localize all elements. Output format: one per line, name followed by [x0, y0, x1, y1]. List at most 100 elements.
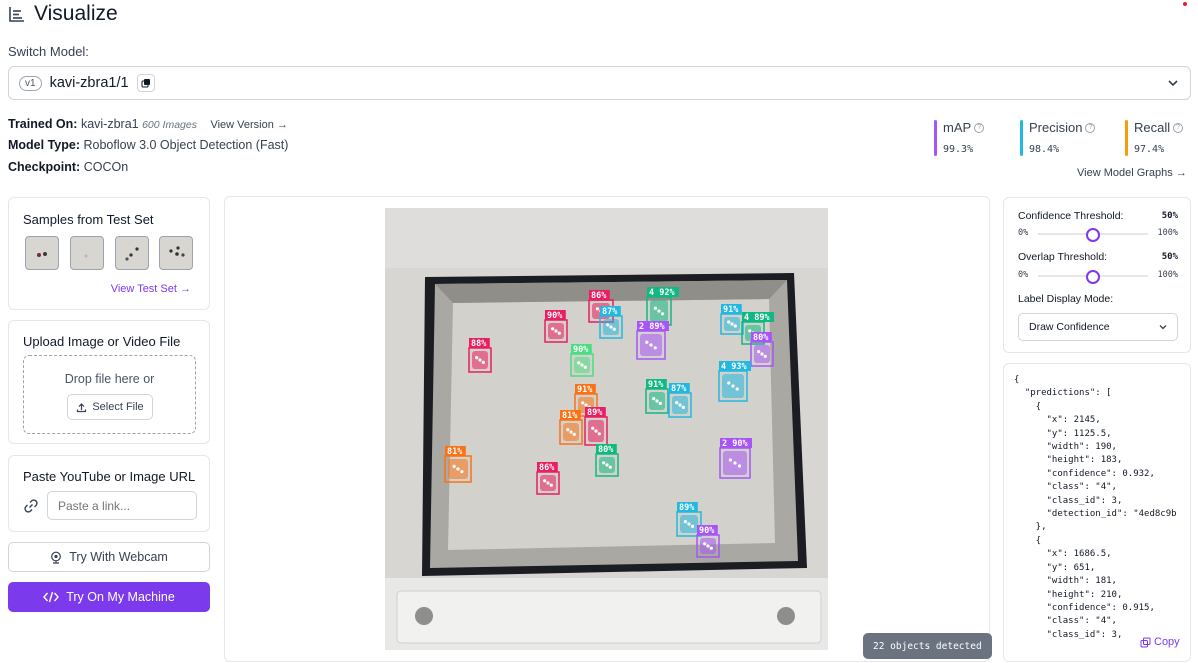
slider-thumb[interactable]: [1086, 270, 1100, 284]
sample-thumbnail[interactable]: [70, 236, 104, 270]
trained-on-line: Trained On: kavi-zbra1 600 Images View V…: [8, 117, 288, 131]
confidence-slider[interactable]: 0% 100%: [1018, 227, 1178, 242]
slider-thumb[interactable]: [1086, 228, 1100, 242]
die-pip: [609, 325, 613, 329]
die-pip: [594, 429, 598, 433]
detection-label: 91%: [723, 305, 739, 315]
webcam-icon: [51, 551, 62, 564]
die-pip: [612, 327, 616, 331]
try-webcam-button[interactable]: Try With Webcam: [8, 542, 210, 572]
confidence-label: Confidence Threshold:: [1018, 210, 1124, 222]
model-name: kavi-zbra1/1: [49, 75, 129, 91]
detection-label: 89%: [679, 503, 695, 513]
die-pip: [748, 329, 752, 333]
slider-track[interactable]: [1038, 228, 1148, 242]
die-pip: [653, 346, 657, 350]
detection-label: 81%: [562, 411, 578, 421]
copy-icon: [141, 79, 150, 88]
detection-label: 88%: [471, 339, 487, 349]
slider-min-label: 0%: [1018, 270, 1029, 280]
detection-label: 2 90%: [722, 439, 748, 449]
switch-model-label: Switch Model:: [8, 44, 89, 59]
die-pip: [591, 426, 595, 430]
help-icon[interactable]: ?: [1085, 122, 1096, 133]
link-icon: [24, 499, 38, 513]
die-pip: [760, 352, 764, 356]
die-pip: [543, 479, 547, 483]
paste-url-card: Paste YouTube or Image URL: [8, 455, 210, 532]
model-select[interactable]: v1 kavi-zbra1/1: [8, 66, 1191, 100]
label-mode-select[interactable]: Draw Confidence: [1018, 313, 1178, 341]
die-pip: [456, 467, 460, 471]
url-input[interactable]: [47, 491, 197, 520]
die-pip: [602, 461, 606, 465]
json-output-panel: { "predictions": [ { "x": 2145, "y": 112…: [1003, 363, 1191, 662]
die-pip: [653, 306, 657, 310]
view-model-graphs-link[interactable]: View Model Graphs →: [1077, 167, 1187, 179]
detection-box: 80%: [750, 332, 774, 367]
die-pip: [460, 470, 464, 474]
die-pip: [763, 354, 767, 358]
detection-box: 90%: [570, 344, 594, 377]
detection-label: 86%: [591, 291, 607, 301]
die-pip: [727, 381, 731, 385]
version-badge: v1: [19, 75, 42, 91]
metric-name: mAP: [943, 120, 972, 135]
sample-thumbnail[interactable]: [115, 236, 149, 270]
inference-image: 90% 86% 87% 4 92% 2 89% 91% 4 89% 80% 88% 90% 4 93…: [385, 208, 828, 650]
detection-label: 89%: [587, 408, 603, 418]
copy-json-button[interactable]: Copy: [1138, 636, 1182, 648]
code-icon: [43, 591, 60, 603]
detection-label: 91%: [577, 385, 593, 395]
copy-model-id-button[interactable]: [136, 74, 155, 92]
view-version-link[interactable]: View Version →: [210, 119, 287, 131]
upload-title: Upload Image or Video File: [23, 334, 181, 349]
detection-label: 4 89%: [744, 313, 770, 323]
detection-label: 4 93%: [721, 362, 747, 372]
slider-max-label: 100%: [1157, 228, 1178, 238]
die-pip: [581, 401, 585, 405]
copy-label: Copy: [1154, 636, 1180, 648]
detections-layer: 90% 86% 87% 4 92% 2 89% 91% 4 89% 80% 88% 90% 4 93…: [444, 287, 774, 558]
die-pip: [658, 401, 662, 405]
detection-box: 88%: [468, 338, 492, 373]
detection-box: 80%: [595, 444, 619, 477]
die-pip: [728, 458, 733, 462]
metric-bar: [1020, 120, 1023, 156]
die-pip: [652, 397, 656, 401]
die-pip: [657, 309, 661, 313]
upload-card: Upload Image or Video File Drop file her…: [8, 320, 210, 444]
die-pip: [727, 320, 731, 324]
select-file-button[interactable]: Select File: [67, 394, 153, 420]
help-icon[interactable]: ?: [1173, 122, 1184, 133]
page-header: Visualize: [8, 2, 118, 26]
detection-label: 90%: [547, 311, 563, 321]
die-pip: [649, 343, 653, 347]
die-pip: [706, 544, 710, 548]
file-dropzone[interactable]: Drop file here or Select File: [23, 355, 196, 434]
detection-label: 80%: [598, 445, 614, 455]
die-pip: [549, 483, 553, 487]
model-type-value: Roboflow 3.0 Object Detection (Fast): [83, 138, 289, 152]
die-pip: [569, 430, 573, 434]
detection-box: 4 93%: [718, 361, 751, 402]
try-on-machine-button[interactable]: Try On My Machine: [8, 582, 210, 612]
die-pip: [608, 465, 612, 469]
copy-icon: [1140, 637, 1151, 647]
sample-thumbnail[interactable]: [159, 236, 193, 270]
try-webcam-label: Try With Webcam: [69, 550, 168, 564]
view-test-set-link[interactable]: View Test Set →: [111, 283, 191, 295]
slider-track[interactable]: [1038, 270, 1148, 284]
overlap-slider[interactable]: 0% 100%: [1018, 269, 1178, 284]
help-icon[interactable]: ?: [974, 122, 985, 133]
sample-thumbnail[interactable]: [25, 236, 59, 270]
metric-value: 97.4%: [1134, 144, 1165, 155]
die-pip: [661, 312, 665, 316]
detection-box: 81%: [444, 446, 472, 483]
die-pip: [735, 387, 739, 391]
die-pip: [687, 522, 691, 526]
objects-detected-badge: 22 objects detected: [863, 633, 992, 659]
die-pip: [681, 405, 685, 409]
image-count: 600 Images: [142, 119, 197, 131]
die-pip: [595, 307, 599, 311]
